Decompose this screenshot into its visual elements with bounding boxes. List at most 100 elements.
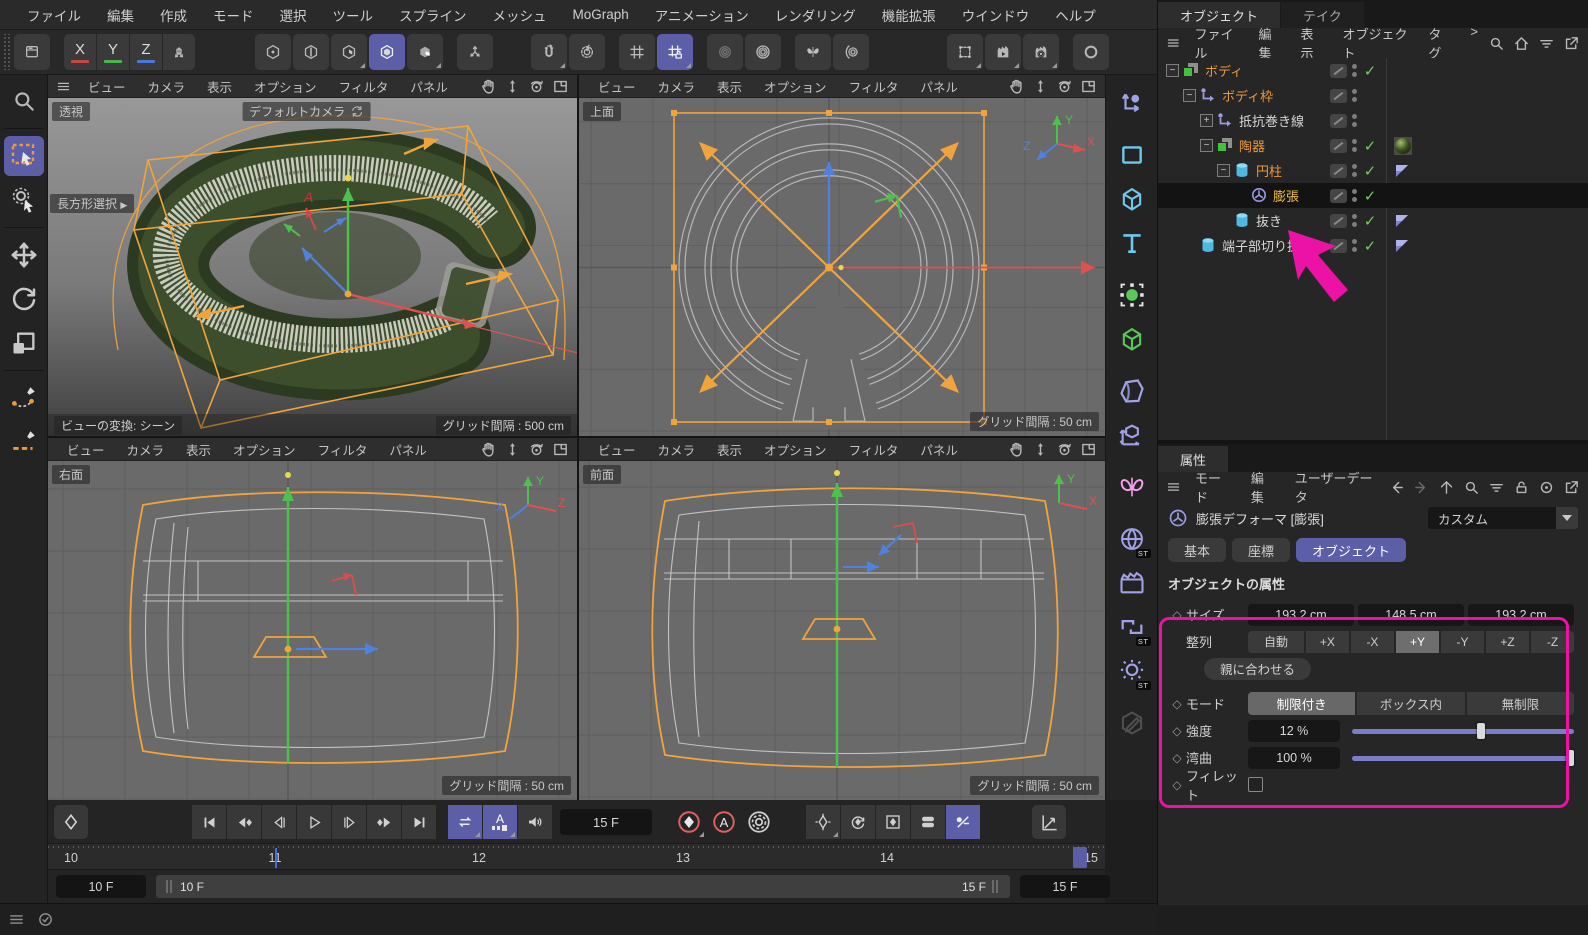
- visibility-dots[interactable]: [1352, 214, 1357, 227]
- layer-toggle[interactable]: [1330, 189, 1347, 203]
- range-end-field[interactable]: 15 F: [1020, 875, 1110, 898]
- viewport-menu-item-4[interactable]: フィルタ: [838, 77, 910, 96]
- viewport-menu-item-3[interactable]: オプション: [222, 440, 307, 459]
- text-object-icon[interactable]: [1112, 223, 1152, 263]
- am-menu-item-0[interactable]: モード: [1185, 468, 1241, 506]
- tree-row-resistance-coil[interactable]: +抵抗巻き線: [1158, 108, 1588, 133]
- spline-sketch-tool-icon[interactable]: [4, 422, 44, 462]
- param-tab-0[interactable]: 基本: [1168, 538, 1226, 562]
- viewport-menu-item-1[interactable]: カメラ: [116, 440, 176, 459]
- align-button--Z[interactable]: -Z: [1531, 631, 1574, 653]
- am-search-icon[interactable]: [1463, 479, 1480, 496]
- align-button-+Y[interactable]: +Y: [1396, 631, 1439, 653]
- visibility-dots[interactable]: [1352, 239, 1357, 252]
- viewport-menu-item-2[interactable]: 表示: [706, 77, 753, 96]
- am-popout-icon[interactable]: [1563, 479, 1580, 496]
- spline-object-icon[interactable]: [1217, 112, 1234, 129]
- current-frame-field[interactable]: 15 F: [560, 809, 652, 835]
- am-burger-icon[interactable]: [1166, 479, 1181, 495]
- keyframe-settings-button[interactable]: [742, 805, 776, 839]
- viewport-menu-item-2[interactable]: 表示: [196, 77, 243, 96]
- render-settings-icon[interactable]: [1023, 34, 1059, 70]
- orbit-icon[interactable]: [1056, 441, 1073, 458]
- dolly-icon[interactable]: [504, 441, 521, 458]
- viewport-menu-item-0[interactable]: ビュー: [56, 440, 116, 459]
- tweak-tool-icon[interactable]: [4, 180, 44, 220]
- am-up-icon[interactable]: [1438, 479, 1455, 496]
- expand-toggle[interactable]: +: [1200, 114, 1213, 127]
- playhead[interactable]: [1073, 847, 1087, 868]
- x-axis-lock[interactable]: X: [64, 34, 96, 70]
- coordinate-system-icon[interactable]: [163, 34, 195, 70]
- layer-toggle[interactable]: [1330, 164, 1347, 178]
- curvature-keyframe-dot[interactable]: ◇: [1168, 751, 1186, 765]
- strength-field[interactable]: 12 %: [1248, 720, 1340, 742]
- curvature-slider[interactable]: [1352, 749, 1574, 767]
- viewport-menu-item-2[interactable]: 表示: [706, 440, 753, 459]
- play-button[interactable]: [297, 805, 331, 839]
- menubar-item-5[interactable]: ツール: [320, 0, 387, 30]
- camera-label[interactable]: デフォルトカメラ: [242, 102, 370, 121]
- cube-primitive-icon[interactable]: [1112, 179, 1152, 219]
- fit-to-parent-button[interactable]: 親に合わせる: [1204, 658, 1311, 680]
- om-menu-item-1[interactable]: 編集: [1248, 24, 1290, 62]
- om-menu-item-3[interactable]: オブジェクト: [1332, 24, 1418, 62]
- next-key-button[interactable]: [367, 805, 401, 839]
- enable-check[interactable]: ✓: [1362, 187, 1378, 205]
- spline-pen-icon[interactable]: [1112, 83, 1152, 123]
- viewport-menu-item-2[interactable]: 表示: [175, 440, 222, 459]
- strength-keyframe-dot[interactable]: ◇: [1168, 724, 1186, 738]
- menubar-item-1[interactable]: 編集: [94, 0, 147, 30]
- move-tool-icon[interactable]: [4, 235, 44, 275]
- points-mode-icon[interactable]: [255, 34, 291, 70]
- expand-toggle[interactable]: −: [1183, 89, 1196, 102]
- menubar-item-7[interactable]: メッシュ: [480, 0, 560, 30]
- range-slider[interactable]: 10 F 15 F: [156, 875, 1010, 898]
- size-field-1[interactable]: 148.5 cm: [1358, 604, 1464, 626]
- key-position-toggle[interactable]: [806, 805, 840, 839]
- strength-slider[interactable]: [1352, 722, 1574, 740]
- viewport-menu-item-3[interactable]: オプション: [753, 77, 838, 96]
- viewport-menu-item-4[interactable]: フィルタ: [328, 77, 400, 96]
- viewport-menu-item-5[interactable]: パネル: [909, 440, 969, 459]
- autokey-range-button[interactable]: A: [483, 805, 517, 839]
- key-pla-toggle[interactable]: [946, 805, 980, 839]
- menubar-item-10[interactable]: レンダリング: [762, 0, 869, 30]
- layer-toggle[interactable]: [1330, 64, 1347, 78]
- layer-toggle[interactable]: [1330, 89, 1347, 103]
- viewport-menu-item-5[interactable]: パネル: [399, 77, 459, 96]
- range-start-field[interactable]: 10 F: [56, 875, 146, 898]
- layer-toggle[interactable]: [1330, 139, 1347, 153]
- grid-snap-lock-icon[interactable]: [657, 34, 693, 70]
- menubar-item-12[interactable]: ウインドウ: [949, 0, 1043, 30]
- key-parameter-toggle[interactable]: [911, 805, 945, 839]
- viewport-menu-item-5[interactable]: パネル: [378, 440, 438, 459]
- spline-object-icon[interactable]: [1200, 87, 1217, 104]
- edges-mode-icon[interactable]: [293, 34, 329, 70]
- fillet-keyframe-dot[interactable]: ◇: [1168, 778, 1186, 792]
- am-filter-icon[interactable]: [1488, 479, 1505, 496]
- viewport-menu-item-3[interactable]: オプション: [753, 440, 838, 459]
- viewport-menu-item-1[interactable]: カメラ: [647, 440, 707, 459]
- viewport-menu-item-1[interactable]: カメラ: [137, 77, 197, 96]
- tree-row-terminal-cut[interactable]: 端子部切り抜き✓: [1158, 233, 1588, 258]
- maximize-view-icon[interactable]: [552, 441, 569, 458]
- null-object-icon[interactable]: [1217, 137, 1234, 154]
- magic-solo-icon[interactable]: [1073, 34, 1109, 70]
- viewport-menu-item-1[interactable]: カメラ: [647, 77, 707, 96]
- am-forward-icon[interactable]: [1413, 479, 1430, 496]
- cylinder-object-icon[interactable]: [1200, 237, 1217, 254]
- menubar-item-11[interactable]: 機能拡張: [869, 0, 949, 30]
- size-field-0[interactable]: 193.2 cm: [1248, 604, 1354, 626]
- enable-check[interactable]: ✓: [1362, 137, 1378, 155]
- viewport-menu-item-0[interactable]: ビュー: [587, 440, 647, 459]
- cylinder-object-icon[interactable]: [1234, 212, 1251, 229]
- am-menu-item-2[interactable]: ユーザーデータ: [1285, 468, 1388, 506]
- layer-toggle[interactable]: [1330, 239, 1347, 253]
- am-back-icon[interactable]: [1388, 479, 1405, 496]
- enable-check[interactable]: ✓: [1362, 212, 1378, 230]
- enable-check[interactable]: ✓: [1362, 62, 1378, 80]
- coordinate-manager-icon[interactable]: [14, 34, 50, 70]
- tree-row-cutout[interactable]: 抜き✓: [1158, 208, 1588, 233]
- pan-hand-icon[interactable]: [480, 441, 497, 458]
